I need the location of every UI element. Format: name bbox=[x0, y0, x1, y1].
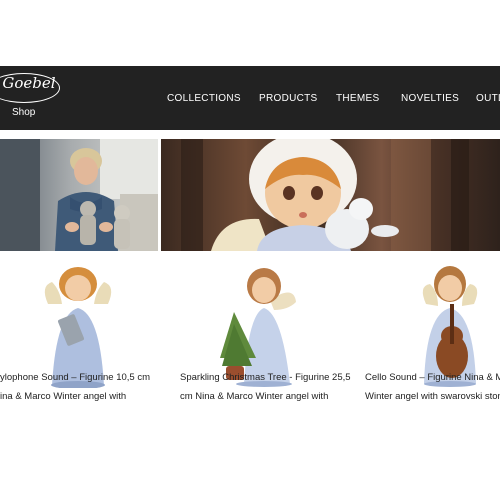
product-caption-1[interactable]: ylophone Sound – Figurine 10,5 cm ina & … bbox=[0, 368, 150, 406]
shop-link[interactable]: Shop bbox=[12, 107, 35, 118]
artisan-illustration bbox=[0, 139, 158, 251]
product-title-line2[interactable]: cm Nina & Marco Winter angel with bbox=[180, 387, 351, 406]
banner-angel-image bbox=[161, 139, 500, 251]
product-title-line2[interactable]: Winter angel with swarovski stone bbox=[365, 387, 500, 406]
product-caption-3[interactable]: Cello Sound – Figurine Nina & Ma Winter … bbox=[365, 368, 500, 406]
nav-collections[interactable]: COLLECTIONS bbox=[167, 66, 241, 130]
product-title-line1[interactable]: ylophone Sound – Figurine 10,5 cm bbox=[0, 368, 150, 387]
angel-bunny-illustration bbox=[181, 139, 469, 251]
nav-themes[interactable]: THEMES bbox=[336, 66, 379, 130]
product-title-line1[interactable]: Sparkling Christmas Tree - Figurine 25,5 bbox=[180, 368, 351, 387]
product-title-line1[interactable]: Cello Sound – Figurine Nina & Ma bbox=[365, 368, 500, 387]
product-caption-2[interactable]: Sparkling Christmas Tree - Figurine 25,5… bbox=[180, 368, 351, 406]
site-header: Goebel Shop COLLECTIONS PRODUCTS THEMES … bbox=[0, 66, 500, 130]
banner-artisan-image bbox=[0, 139, 158, 251]
nav-novelties[interactable]: NOVELTIES bbox=[401, 66, 459, 130]
product-title-line2[interactable]: ina & Marco Winter angel with bbox=[0, 387, 150, 406]
nav-products[interactable]: PRODUCTS bbox=[259, 66, 318, 130]
logo-text[interactable]: Goebel bbox=[0, 74, 60, 92]
nav-outlet[interactable]: OUTL bbox=[476, 66, 500, 130]
